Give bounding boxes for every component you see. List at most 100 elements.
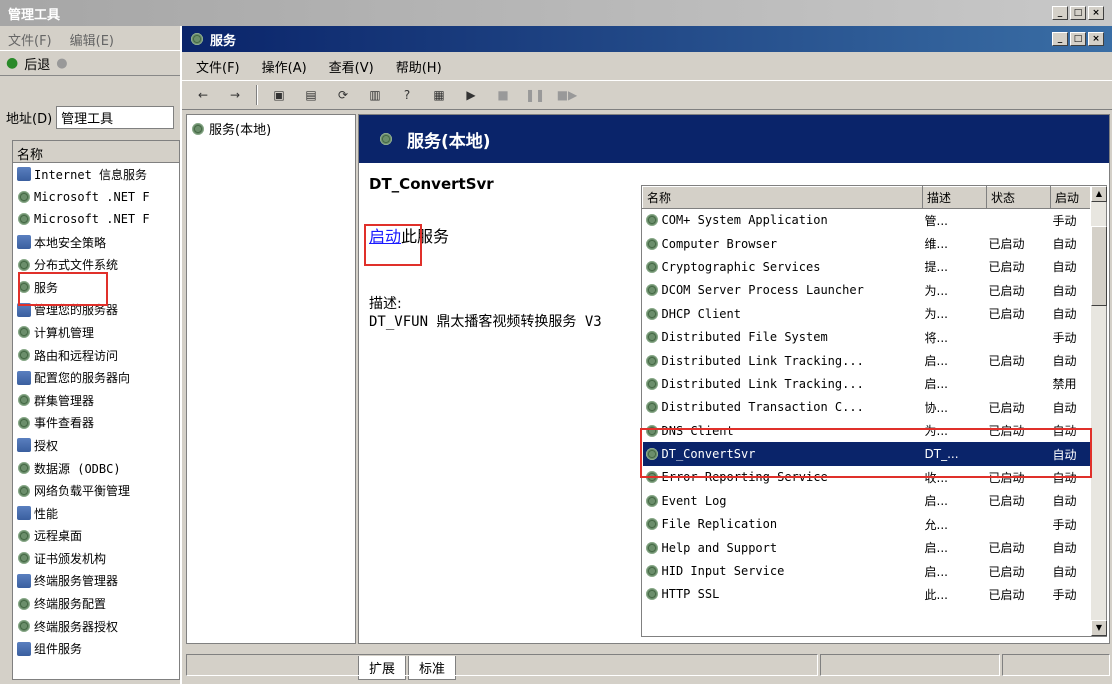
list-item[interactable]: 授权	[13, 434, 179, 457]
list-header-name[interactable]: 名称	[13, 141, 179, 163]
back-arrow-icon[interactable]: ←	[192, 86, 214, 104]
list-item[interactable]: 性能	[13, 502, 179, 525]
list-item[interactable]: 远程桌面	[13, 525, 179, 548]
console-icon[interactable]: ▦	[428, 86, 450, 104]
list-item[interactable]: 计算机管理	[13, 321, 179, 344]
restart-service-icon[interactable]: ■▶	[556, 86, 578, 104]
admin-tools-titlebar[interactable]: 管理工具 _ □ ×	[0, 0, 1112, 26]
forward-arrow-icon[interactable]: →	[224, 86, 246, 104]
close-icon[interactable]: ×	[1088, 6, 1104, 20]
menu-file[interactable]: 文件(F)	[8, 30, 52, 49]
list-item[interactable]: 网络负载平衡管理	[13, 479, 179, 502]
table-row[interactable]: Distributed Transaction C... 协... 已启动 自动	[643, 396, 1091, 419]
tree-node-services-local[interactable]: 服务(本地)	[191, 119, 351, 138]
list-item[interactable]: Internet 信息服务	[13, 163, 179, 186]
table-row[interactable]: HID Input Service 启... 已启动 自动	[643, 559, 1091, 582]
close-icon[interactable]: ×	[1088, 32, 1104, 46]
service-gear-icon	[644, 353, 659, 368]
cell-description: 启...	[924, 494, 948, 509]
service-gear-icon	[644, 330, 659, 345]
list-item[interactable]: 终端服务管理器	[13, 570, 179, 593]
list-item[interactable]: Microsoft .NET F	[13, 208, 179, 231]
pause-service-icon[interactable]: ❚❚	[524, 86, 546, 104]
list-item[interactable]: 数据源 (ODBC)	[13, 457, 179, 480]
table-row[interactable]: File Replication 允... 手动	[643, 513, 1091, 536]
highlight-start-link	[364, 224, 422, 266]
cell-name: Distributed File System	[643, 325, 923, 348]
service-name: Computer Browser	[661, 236, 778, 251]
table-row[interactable]: Event Log 启... 已启动 自动	[643, 489, 1091, 512]
table-row[interactable]: DHCP Client 为... 已启动 自动	[643, 302, 1091, 325]
tool-icon	[17, 415, 31, 430]
address-field[interactable]: 管理工具	[56, 105, 174, 129]
table-row[interactable]: Distributed File System 将... 手动	[643, 325, 1091, 348]
column-status[interactable]: 状态	[986, 186, 1051, 209]
list-item[interactable]: Microsoft .NET F	[13, 186, 179, 209]
list-item[interactable]: 终端服务配置	[13, 592, 179, 615]
back-button[interactable]: 后退	[24, 54, 50, 73]
list-item[interactable]: 证书颁发机构	[13, 547, 179, 570]
cell-status: 已启动	[988, 541, 1025, 556]
menu-file[interactable]: 文件(F)	[196, 57, 240, 76]
maximize-icon[interactable]: □	[1070, 32, 1086, 46]
list-item[interactable]: 终端服务器授权	[13, 615, 179, 638]
menu-action[interactable]: 操作(A)	[262, 57, 307, 76]
service-gear-icon	[644, 540, 659, 555]
table-row[interactable]: Help and Support 启... 已启动 自动	[643, 536, 1091, 559]
list-item-label: 本地安全策略	[34, 235, 107, 250]
list-item-label: 终端服务管理器	[34, 574, 119, 589]
minimize-icon[interactable]: _	[1052, 6, 1068, 20]
cell-status	[987, 372, 1051, 395]
scroll-up-icon[interactable]: ▲	[1091, 186, 1107, 202]
vertical-scrollbar[interactable]: ▲ ▼	[1090, 186, 1107, 636]
cell-name: Event Log	[643, 489, 923, 512]
table-row[interactable]: COM+ System Application 管... 手动	[643, 209, 1091, 232]
menu-view[interactable]: 查看(V)	[329, 57, 374, 76]
cell-name: Distributed Link Tracking...	[643, 349, 923, 372]
menu-edit[interactable]: 编辑(E)	[70, 30, 114, 49]
properties-icon[interactable]: ▤	[300, 86, 322, 104]
table-row[interactable]: Computer Browser 维... 已启动 自动	[643, 232, 1091, 255]
maximize-icon[interactable]: □	[1070, 6, 1086, 20]
cell-name: Distributed Transaction C...	[643, 396, 923, 419]
table-row[interactable]: Distributed Link Tracking... 启... 已启动 自动	[643, 349, 1091, 372]
cell-description: 启...	[924, 541, 948, 556]
help-icon[interactable]: ?	[396, 86, 418, 104]
services-list: 名称 描述 状态 启动 COM+ System Application 管... 手…	[641, 185, 1107, 637]
stop-service-icon[interactable]: ■	[492, 86, 514, 104]
tool-icon	[17, 235, 31, 250]
service-gear-icon	[644, 376, 659, 391]
column-description[interactable]: 描述	[922, 186, 987, 209]
scroll-thumb[interactable]	[1091, 226, 1107, 306]
cell-name: Computer Browser	[643, 232, 923, 255]
refresh-icon[interactable]: ⟳	[332, 86, 354, 104]
cell-startup-type: 自动	[1052, 283, 1077, 298]
admin-tools-list: 名称 Internet 信息服务 Microsoft .NET F Microsof…	[12, 140, 180, 680]
column-startup-type[interactable]: 启动	[1050, 186, 1091, 209]
list-item[interactable]: 路由和远程访问	[13, 344, 179, 367]
table-row[interactable]: Cryptographic Services 提... 已启动 自动	[643, 255, 1091, 278]
export-list-icon[interactable]: ▥	[364, 86, 386, 104]
tool-icon	[17, 393, 31, 408]
list-item[interactable]: 本地安全策略	[13, 231, 179, 254]
list-item[interactable]: 事件查看器	[13, 412, 179, 435]
table-row[interactable]: Distributed Link Tracking... 启... 禁用	[643, 372, 1091, 395]
show-hide-console-tree-icon[interactable]: ▣	[268, 86, 290, 104]
tool-icon	[17, 348, 31, 363]
cell-name: Help and Support	[643, 536, 923, 559]
list-item[interactable]: 配置您的服务器向	[13, 366, 179, 389]
scroll-down-icon[interactable]: ▼	[1091, 620, 1107, 636]
menu-help[interactable]: 帮助(H)	[396, 57, 442, 76]
start-service-icon[interactable]: ▶	[460, 86, 482, 104]
forward-arrow-icon[interactable]: ●	[56, 56, 67, 71]
list-item[interactable]: 组件服务	[13, 637, 179, 660]
services-titlebar[interactable]: 服务 _ □ ×	[182, 26, 1112, 52]
list-item[interactable]: 群集管理器	[13, 389, 179, 412]
service-name: Event Log	[661, 493, 727, 508]
table-row[interactable]: HTTP SSL 此... 已启动 手动	[643, 583, 1091, 606]
back-arrow-icon[interactable]: ●	[6, 55, 18, 71]
table-row[interactable]: DCOM Server Process Launcher 为... 已启动 自动	[643, 279, 1091, 302]
minimize-icon[interactable]: _	[1052, 32, 1068, 46]
column-name[interactable]: 名称	[642, 186, 923, 209]
cell-name: HTTP SSL	[643, 583, 923, 606]
